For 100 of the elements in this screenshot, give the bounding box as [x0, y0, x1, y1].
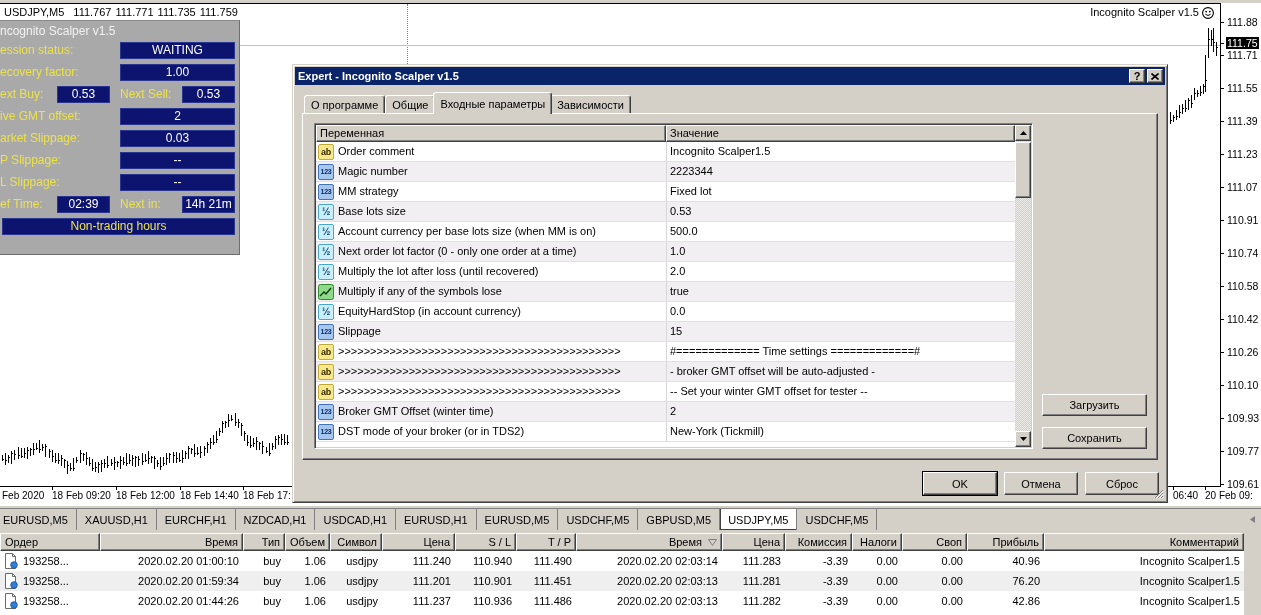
value-display: 14h 21m [182, 196, 235, 213]
table-cell-text: 0.00 [940, 574, 964, 589]
param-row[interactable]: ½ EquityHardStop (in account currency) 0.0 [316, 302, 1015, 322]
tab[interactable]: Входные параметры [433, 92, 553, 114]
price-label: 111.07 [1226, 181, 1259, 193]
table-cell-text: usdjpy [345, 574, 379, 589]
table-cell-text: 40.96 [1011, 554, 1041, 569]
param-row[interactable]: ½ Multiply the lot after loss (until recovered) 2.0 [316, 262, 1015, 282]
quote-text: 111.759 [199, 6, 238, 19]
price-label: 111.71 [1226, 49, 1259, 61]
dialog-title: Expert - Incognito Scalper v1.5 [298, 70, 460, 82]
document-icon [4, 593, 18, 609]
column-header[interactable]: Тип [243, 533, 285, 551]
param-row[interactable]: ab >>>>>>>>>>>>>>>>>>>>>>>>>>>>>>>>>>>>>>>>>>>> -- Set your winter GMT offset for tester -- [316, 382, 1015, 402]
order-row[interactable]: 193258... 2020.02.20 01:59:34 buy 1.06 usdjpy 111.201 110.901 111.451 2020.02.20 02:03:13 111.281 -3.39 0.00 0.00 76.20 Incognito Scalper1.5 [0, 571, 1244, 591]
scroll-down-button[interactable] [1015, 431, 1031, 447]
column-label: Символ [337, 535, 377, 550]
param-name: Magic number [338, 164, 408, 179]
column-header[interactable]: Объем [285, 533, 330, 551]
value-display: 02:39 [57, 196, 110, 213]
table-cell-text: 0.00 [940, 594, 964, 609]
column-header[interactable]: Ордер [0, 533, 100, 551]
param-name: DST mode of your broker (or in TDS2) [338, 424, 525, 439]
quote-text: 111.767 [73, 6, 112, 19]
left-arrow-icon[interactable] [1250, 516, 1255, 523]
table-cell-text: buy [262, 554, 282, 569]
table-cell-text: usdjpy [345, 594, 379, 609]
column-header[interactable]: Время [576, 533, 722, 551]
param-row[interactable]: Multiply if any of the symbols lose true [316, 282, 1015, 302]
type-badge: ab [318, 363, 334, 380]
table-cell-text: Incognito Scalper1.5 [1138, 574, 1241, 589]
column-header[interactable]: Значение [666, 125, 1015, 142]
table-cell-text: -3.39 [821, 574, 849, 589]
param-row[interactable]: ½ Account currency per base lots size (when MM is on) 500.0 [316, 222, 1015, 242]
time-label: 18 Feb 14:40 [180, 490, 239, 502]
column-header[interactable]: T / P [516, 533, 576, 551]
column-header[interactable]: Символ [330, 533, 382, 551]
time-label: 20 Feb 09: [1205, 490, 1253, 502]
table-cell-text: Incognito Scalper1.5 [1138, 554, 1241, 569]
symbol-label: USDJPY,M5 [4, 6, 65, 19]
type-badge: ½ [318, 203, 334, 220]
column-header[interactable]: Комментарий [1044, 533, 1244, 551]
save-button[interactable]: Сохранить [1042, 427, 1147, 449]
column-header[interactable]: Налоги [852, 533, 902, 551]
tab[interactable]: Общие [385, 95, 436, 113]
ok-button[interactable]: OK [923, 472, 997, 495]
reset-button[interactable]: Сброс [1085, 472, 1159, 495]
price-label: 109.61 [1226, 478, 1261, 490]
table-cell-text: 111.201 [411, 574, 452, 589]
panel-label: ecovery factor: [0, 64, 80, 81]
column-header[interactable]: Своп [902, 533, 967, 551]
param-row[interactable]: ½ Next order lot factor (0 - only one order at a time) 1.0 [316, 242, 1015, 262]
param-name: Multiply if any of the symbols lose [338, 284, 502, 299]
table-cell-text: 111.486 [532, 594, 573, 609]
param-row[interactable]: ½ Base lots size 0.53 [316, 202, 1015, 222]
column-label: Цена [423, 535, 450, 550]
param-name: Broker GMT Offset (winter time) [338, 404, 494, 419]
column-label: Ордер [5, 535, 39, 550]
symbol-tab[interactable]: USDJPY,M5 [720, 509, 798, 530]
value-display: 0.53 [182, 86, 235, 103]
close-button[interactable] [1147, 69, 1163, 83]
scroll-up-button[interactable] [1015, 125, 1031, 141]
load-button[interactable]: Загрузить [1042, 394, 1147, 416]
value-display: -- [120, 174, 235, 191]
param-row[interactable]: ab >>>>>>>>>>>>>>>>>>>>>>>>>>>>>>>>>>>>>>>>>>>> #============= Time settings =============# [316, 342, 1015, 362]
column-header[interactable]: Время [100, 533, 243, 551]
scroll-thumb[interactable] [1015, 142, 1031, 198]
symbol-tab[interactable]: EURUSD,M5 [0, 509, 77, 530]
price-label: 110.91 [1226, 214, 1260, 226]
type-badge: ab [318, 383, 334, 400]
value-display: WAITING [120, 42, 235, 59]
table-cell-text: usdjpy [345, 554, 379, 569]
sort-icon [708, 538, 717, 546]
table-cell-text: 0.00 [875, 554, 899, 569]
column-header[interactable]: Цена [382, 533, 455, 551]
param-row[interactable]: ab >>>>>>>>>>>>>>>>>>>>>>>>>>>>>>>>>>>>>>>>>>>> - broker GMT offset will be auto-adjusted - [316, 362, 1015, 382]
table-cell-text: 1.06 [303, 574, 327, 589]
column-label: S / L [488, 535, 511, 550]
column-header[interactable]: Переменная [316, 125, 666, 142]
column-header[interactable]: S / L [455, 533, 516, 551]
price-label: 111.55 [1226, 82, 1259, 94]
quote-text: 111.771 [115, 6, 154, 19]
cancel-button[interactable]: Отмена [1004, 472, 1078, 495]
param-name: >>>>>>>>>>>>>>>>>>>>>>>>>>>>>>>>>>>>>>>>>>>> [338, 364, 621, 379]
tab[interactable]: О программе [304, 95, 386, 113]
value-display: 2 [120, 108, 235, 125]
column-label: Комиссия [797, 535, 847, 550]
column-header[interactable]: Цена [722, 533, 785, 551]
panel-label: P Slippage: [0, 152, 63, 169]
value-display: 1.00 [120, 64, 235, 81]
tab[interactable]: Зависимости [550, 95, 631, 113]
column-header[interactable]: Прибыль [967, 533, 1044, 551]
help-button[interactable]: ? [1129, 69, 1145, 83]
resize-grip-icon[interactable] [1152, 487, 1164, 499]
value-display: 0.03 [120, 130, 235, 147]
param-name: Slippage [338, 324, 381, 339]
param-row[interactable]: ab Order comment Incognito Scalper1.5 [316, 142, 1015, 162]
column-header[interactable]: Комиссия [785, 533, 852, 551]
price-label: 110.26 [1226, 346, 1260, 358]
table-cell-text: 193258... [23, 594, 69, 609]
